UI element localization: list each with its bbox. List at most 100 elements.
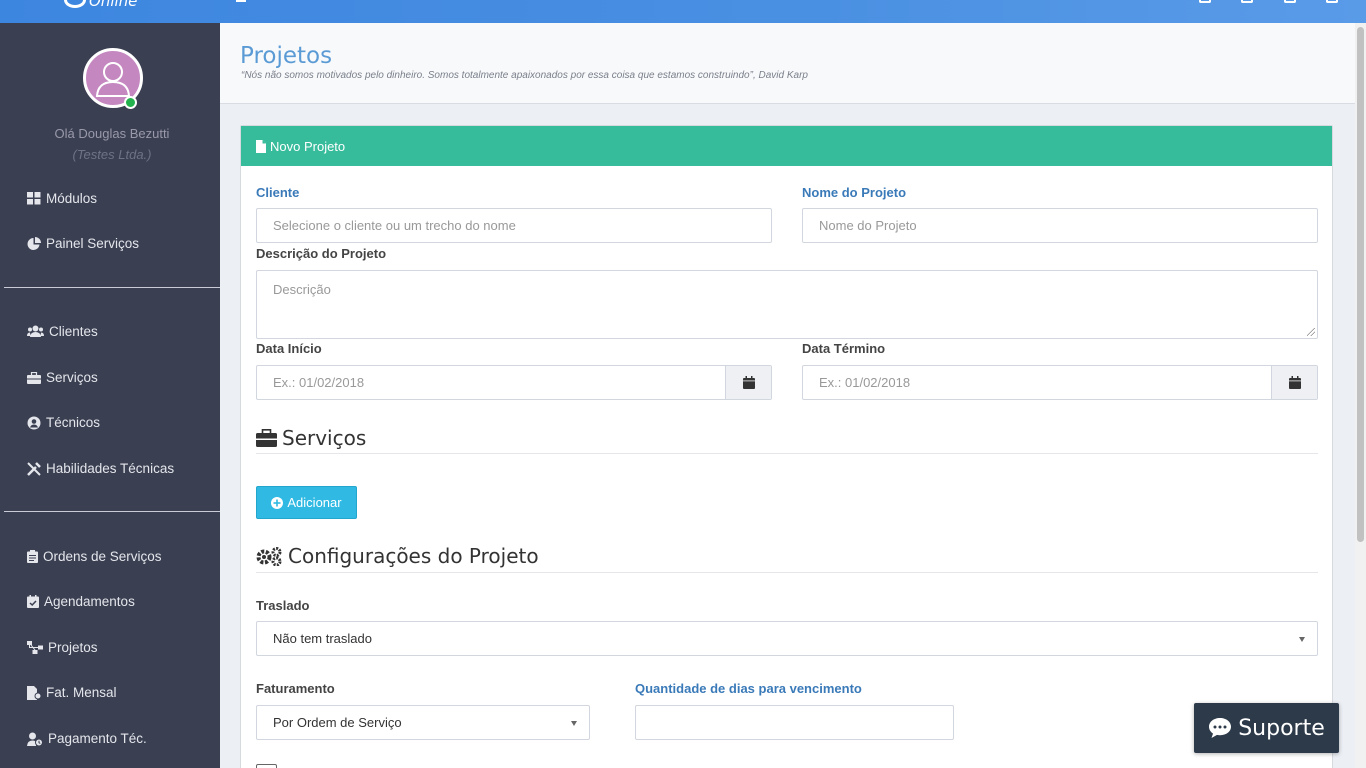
traslado-label: Traslado (256, 598, 310, 613)
nome-projeto-input[interactable]: Nome do Projeto (802, 208, 1318, 243)
top-navbar: Online (0, 0, 1366, 23)
descricao-placeholder: Descrição (273, 282, 331, 297)
user-clock-icon (27, 732, 43, 746)
users-icon (27, 325, 44, 337)
briefcase-icon (27, 371, 41, 384)
cogs-icon (256, 547, 282, 566)
sidebar-divider (4, 511, 220, 512)
page-title: Projetos (240, 43, 333, 69)
checkbox[interactable] (256, 764, 277, 768)
add-service-button[interactable]: Adicionar (256, 486, 357, 519)
sidebar-item-label: Projetos (48, 640, 98, 655)
chevron-down-icon (571, 721, 577, 726)
top-nav-icon-3[interactable] (1284, 0, 1296, 3)
top-nav-icon-2[interactable] (1241, 0, 1253, 3)
plus-circle-icon (271, 496, 284, 509)
scrollbar[interactable] (1355, 23, 1366, 768)
faturamento-label: Faturamento (256, 681, 335, 696)
sidebar-item-label: Pagamento Téc. (48, 731, 147, 746)
briefcase-icon (256, 429, 277, 447)
sidebar-item-pagamento-tec[interactable]: Pagamento Téc. (27, 731, 147, 746)
sidebar-divider (4, 287, 220, 288)
dias-vencimento-label: Quantidade de dias para vencimento (635, 681, 862, 696)
pie-chart-icon (27, 236, 41, 250)
new-project-panel: Novo Projeto Cliente Selecione o cliente… (240, 125, 1333, 768)
sidebar-item-clientes[interactable]: Clientes (27, 324, 98, 339)
sidebar-item-label: Módulos (46, 191, 98, 206)
data-termino-input[interactable]: Ex.: 01/02/2018 (802, 365, 1318, 400)
sidebar-item-servicos[interactable]: Serviços (27, 370, 98, 385)
cliente-label: Cliente (256, 185, 300, 200)
sidebar-item-label: Clientes (49, 324, 98, 339)
sidebar-item-label: Painel Serviços (46, 236, 140, 251)
page-header: Projetos “Nós não somos motivados pelo d… (220, 23, 1355, 104)
nome-projeto-placeholder: Nome do Projeto (819, 218, 917, 233)
descricao-textarea[interactable]: Descrição (256, 270, 1318, 339)
cliente-placeholder: Selecione o cliente ou um trecho do nome (273, 218, 516, 233)
sidebar-item-label: Habilidades Técnicas (46, 461, 175, 476)
add-button-label: Adicionar (287, 495, 342, 510)
user-circle-icon (27, 416, 41, 429)
sidebar-item-painel-servicos[interactable]: Painel Serviços (27, 236, 139, 251)
data-inicio-label: Data Início (256, 341, 322, 356)
brand-logo[interactable]: Online (64, 0, 137, 10)
top-nav-icon-4[interactable] (1326, 0, 1338, 3)
support-label: Suporte (1238, 715, 1325, 741)
sidebar-item-ordens-de-servicos[interactable]: Ordens de Serviços (27, 549, 162, 564)
descricao-label: Descrição do Projeto (256, 246, 387, 261)
dias-vencimento-input[interactable] (635, 705, 954, 740)
sidebar-item-agendamentos[interactable]: Agendamentos (27, 594, 135, 609)
calendar-icon (742, 376, 755, 389)
brand-name: Online (89, 0, 138, 10)
sidebar-item-tecnicos[interactable]: Técnicos (27, 415, 100, 430)
file-icon (256, 139, 266, 153)
clipboard-icon (27, 550, 38, 563)
scrollbar-thumb[interactable] (1357, 27, 1364, 542)
chevron-down-icon (1299, 637, 1305, 642)
data-termino-label: Data Término (802, 341, 886, 356)
user-company: (Testes Ltda.) (72, 147, 152, 162)
cliente-input[interactable]: Selecione o cliente ou um trecho do nome (256, 208, 772, 243)
config-section-title: Configurações do Projeto (256, 544, 539, 568)
calendar-check-icon (27, 595, 39, 608)
page-quote: “Nós não somos motivados pelo dinheiro. … (241, 70, 808, 81)
sidebar-item-fat-mensal[interactable]: Fat. Mensal (27, 685, 117, 700)
calendar-icon (1288, 376, 1301, 389)
resize-handle[interactable] (1307, 328, 1315, 336)
sidebar-item-label: Ordens de Serviços (43, 549, 162, 564)
faturamento-value: Por Ordem de Serviço (273, 715, 402, 730)
section-divider (256, 453, 1318, 454)
panel-title: Novo Projeto (270, 138, 346, 154)
data-inicio-calendar-button[interactable] (725, 366, 771, 399)
sidebar-item-label: Agendamentos (44, 594, 135, 609)
config-title-text: Configurações do Projeto (288, 544, 539, 568)
data-termino-calendar-button[interactable] (1271, 366, 1317, 399)
sidebar-item-modulos[interactable]: Módulos (27, 191, 97, 206)
sidebar-item-label: Serviços (46, 370, 98, 385)
top-nav-icon-1[interactable] (1199, 0, 1211, 3)
nome-projeto-label: Nome do Projeto (802, 185, 907, 200)
section-divider (256, 572, 1318, 573)
online-status-badge (124, 96, 137, 109)
data-inicio-input[interactable]: Ex.: 01/02/2018 (256, 365, 772, 400)
support-button[interactable]: Suporte (1194, 703, 1339, 753)
traslado-value: Não tem traslado (273, 631, 372, 646)
menu-toggle-icon[interactable] (236, 0, 246, 2)
faturamento-select[interactable]: Por Ordem de Serviço (256, 705, 590, 740)
file-invoice-icon (27, 685, 41, 700)
panel-header: Novo Projeto (241, 126, 1332, 166)
data-termino-placeholder: Ex.: 01/02/2018 (819, 375, 911, 390)
data-inicio-placeholder: Ex.: 01/02/2018 (273, 375, 365, 390)
sitemap-icon (27, 641, 43, 654)
servicos-title-text: Serviços (282, 426, 367, 450)
traslado-select[interactable]: Não tem traslado (256, 621, 1318, 656)
sidebar: Olá Douglas Bezutti (Testes Ltda.) Módul… (0, 23, 220, 768)
logo-icon (64, 0, 86, 8)
sidebar-item-projetos[interactable]: Projetos (27, 640, 98, 655)
th-large-icon (27, 192, 41, 205)
sidebar-item-habilidades-tecnicas[interactable]: Habilidades Técnicas (27, 461, 174, 476)
chat-bubble-icon (1209, 718, 1232, 738)
sidebar-item-label: Fat. Mensal (46, 685, 117, 700)
tools-icon (27, 461, 41, 476)
user-greeting: Olá Douglas Bezutti (54, 126, 170, 141)
